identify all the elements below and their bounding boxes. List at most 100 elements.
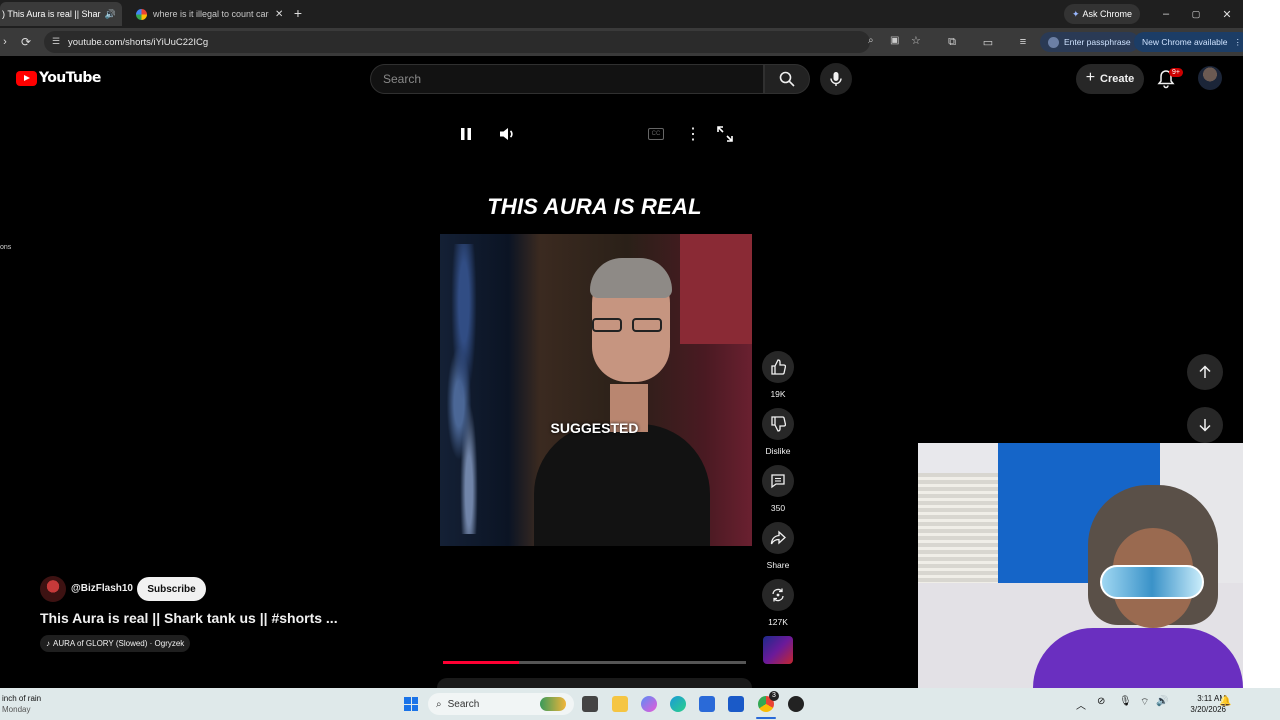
- search-icon: [779, 71, 795, 87]
- edge-icon[interactable]: [670, 696, 686, 712]
- remix-count: 127K: [768, 617, 788, 627]
- closed-captions-icon[interactable]: CC: [648, 128, 664, 140]
- zoom-icon[interactable]: ⌕: [868, 35, 874, 46]
- passphrase-chip[interactable]: Enter passphrase: [1040, 32, 1139, 52]
- url-text: youtube.com/shorts/iYiUuC22ICg: [68, 36, 209, 48]
- search-input[interactable]: Search: [370, 64, 764, 94]
- fullscreen-icon[interactable]: [717, 126, 733, 142]
- progress-fill: [443, 661, 519, 664]
- site-info-icon[interactable]: ☰: [52, 36, 60, 47]
- notification-center-icon[interactable]: 🔔: [1219, 696, 1231, 707]
- next-short-button[interactable]: [1187, 407, 1223, 443]
- sparkle-icon: ✦: [1071, 8, 1080, 19]
- next-short-peek: [437, 678, 752, 688]
- browser-tab-strip: ) This Aura is real || Shar 🔊 ✕ where is…: [0, 0, 1243, 28]
- tray-mic-icon[interactable]: 🎙: [1119, 696, 1132, 707]
- tray-network-off-icon[interactable]: ⊘: [1097, 696, 1105, 707]
- bookmark-star-icon[interactable]: ☆: [911, 34, 921, 47]
- cast-icon[interactable]: ▣: [890, 35, 899, 46]
- tab-google-search[interactable]: where is it illegal to count card ✕: [130, 2, 288, 26]
- outlook-icon[interactable]: [728, 696, 744, 712]
- reload-icon[interactable]: ⟳: [18, 34, 34, 50]
- like-action[interactable]: 19K: [762, 351, 794, 399]
- windows-start-icon[interactable]: [404, 697, 418, 711]
- channel-handle[interactable]: @BizFlash10: [71, 583, 133, 594]
- ask-chrome-button[interactable]: ✦ Ask Chrome: [1064, 4, 1140, 24]
- comments-button[interactable]: [762, 465, 794, 497]
- video-caption-mid: SUGGESTED: [550, 420, 639, 436]
- share-action[interactable]: Share: [762, 522, 794, 570]
- weather-line-1: inch of rain: [2, 694, 42, 703]
- music-label: AURA of GLORY (Slowed) · Ogryzek: [53, 639, 185, 648]
- copilot-icon[interactable]: [641, 696, 657, 712]
- weather-line-2: Monday: [2, 705, 31, 714]
- share-button[interactable]: [762, 522, 794, 554]
- tray-volume-icon[interactable]: 🔊: [1156, 696, 1168, 707]
- more-options-icon[interactable]: ⋮: [685, 124, 701, 144]
- obs-icon[interactable]: [788, 696, 804, 712]
- pause-icon[interactable]: [459, 126, 473, 142]
- extensions-icon[interactable]: ⧉: [944, 34, 960, 50]
- tray-chevron-icon[interactable]: ︿: [1076, 697, 1086, 712]
- task-view-icon[interactable]: [582, 696, 598, 712]
- browser-toolbar: › ⟳ ☰ youtube.com/shorts/iYiUuC22ICg ⌕ ▣…: [0, 28, 1251, 56]
- clock-time: 3:11 AM: [1197, 694, 1226, 703]
- comments-action[interactable]: 350: [762, 465, 794, 513]
- video-caption-top: THIS AURA IS REAL: [487, 194, 702, 219]
- like-button[interactable]: [762, 351, 794, 383]
- reading-list-icon[interactable]: ≡: [1015, 34, 1031, 50]
- youtube-play-icon: [16, 70, 37, 86]
- profile-icon: [1048, 36, 1059, 48]
- shorts-player[interactable]: CC ⋮ THIS AURA IS REAL SUGGESTED: [437, 104, 752, 666]
- music-chip[interactable]: ♪ AURA of GLORY (Slowed) · Ogryzek: [40, 635, 191, 652]
- channel-avatar[interactable]: [40, 576, 66, 602]
- voice-search-button[interactable]: [820, 63, 852, 95]
- close-window-button[interactable]: ✕: [1212, 0, 1242, 28]
- tab-close-icon[interactable]: ✕: [275, 9, 283, 20]
- remix-action[interactable]: 127K: [762, 579, 794, 627]
- right-edge-blank: [1243, 0, 1280, 688]
- subscribe-button[interactable]: Subscribe: [137, 577, 206, 601]
- comment-icon: [771, 474, 785, 489]
- background-lights: [444, 244, 494, 534]
- taskbar-search-icon: ⌕: [436, 698, 442, 710]
- remix-button[interactable]: [762, 579, 794, 611]
- update-chrome-chip[interactable]: New Chrome available ⋮: [1134, 32, 1251, 52]
- tray-wifi-icon[interactable]: ⌔: [1140, 696, 1149, 709]
- create-button[interactable]: + Create: [1076, 64, 1144, 94]
- minimize-button[interactable]: –: [1151, 0, 1181, 28]
- clock-date: 3/20/2026: [1190, 705, 1226, 714]
- address-bar[interactable]: ☰ youtube.com/shorts/iYiUuC22ICg ⌕ ▣ ☆: [44, 31, 921, 53]
- short-title[interactable]: This Aura is real || Shark tank us || #s…: [40, 610, 338, 626]
- remix-icon: [772, 588, 784, 602]
- taskbar-search-label: Search: [447, 698, 480, 710]
- dislike-action[interactable]: Dislike: [762, 408, 794, 456]
- file-explorer-icon[interactable]: [612, 696, 628, 712]
- share-label: Share: [766, 560, 790, 570]
- account-avatar[interactable]: [1198, 66, 1222, 90]
- music-note-icon: ♪: [46, 639, 50, 648]
- left-edge-text: ons: [0, 244, 12, 251]
- sound-thumbnail[interactable]: [763, 636, 793, 664]
- person-hair: [590, 258, 672, 298]
- volume-icon[interactable]: [498, 125, 516, 143]
- taskbar-search[interactable]: ⌕ Search: [428, 693, 574, 715]
- video-frame: [440, 234, 752, 546]
- clock[interactable]: 3:11 AM 3/20/2026: [1172, 693, 1226, 715]
- store-icon[interactable]: [699, 696, 715, 712]
- tab-youtube-short[interactable]: ) This Aura is real || Shar 🔊 ✕: [0, 2, 122, 26]
- forward-icon[interactable]: ›: [0, 34, 10, 50]
- search-button[interactable]: [764, 64, 810, 94]
- new-tab-button[interactable]: +: [290, 4, 306, 22]
- previous-short-button[interactable]: [1187, 354, 1223, 390]
- youtube-logo[interactable]: YouTube: [16, 70, 101, 86]
- weather-widget[interactable]: inch of rain Monday: [2, 693, 41, 715]
- dislike-button[interactable]: [762, 408, 794, 440]
- comment-count: 350: [770, 503, 786, 513]
- search-highlight-icon: [540, 697, 566, 711]
- restore-button[interactable]: ▢: [1181, 0, 1211, 28]
- split-view-icon[interactable]: ▭: [980, 34, 996, 50]
- tab-audio-icon[interactable]: 🔊: [105, 9, 116, 20]
- microphone-icon: [830, 72, 842, 86]
- arrow-down-icon: [1199, 419, 1211, 432]
